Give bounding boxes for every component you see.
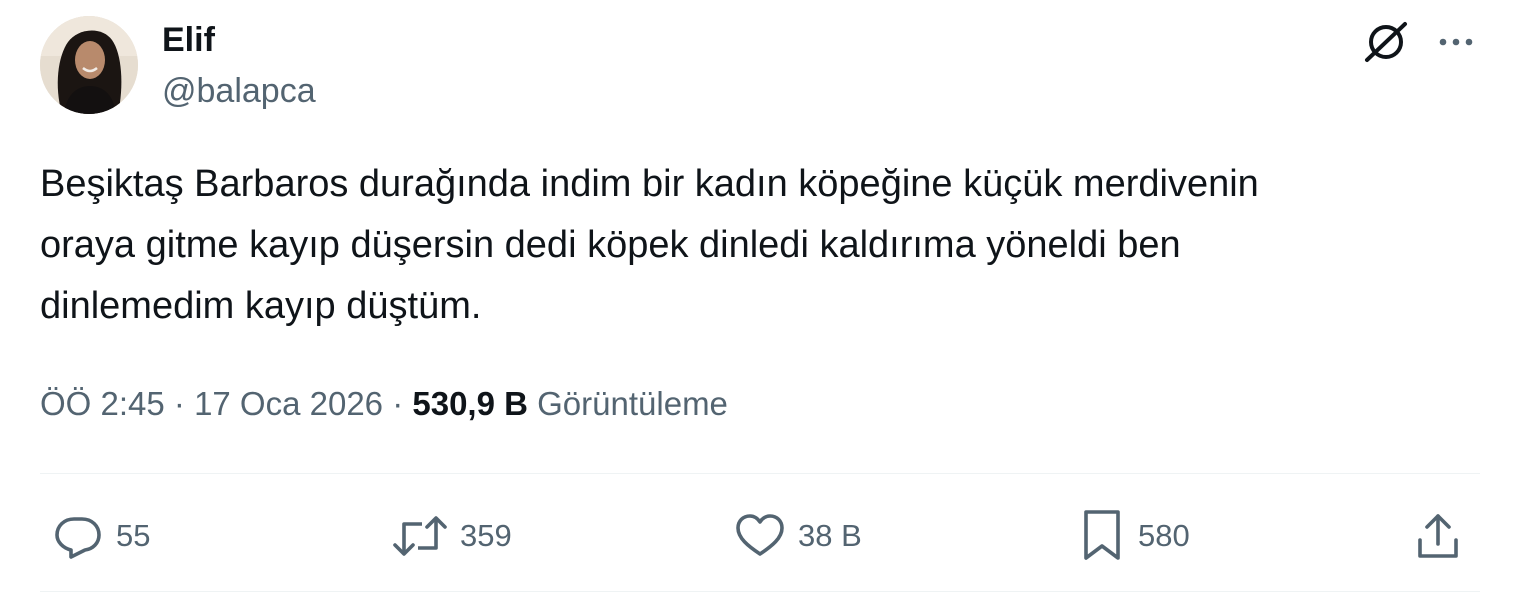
- reply-icon: [52, 510, 104, 562]
- views-label: Görüntüleme: [537, 385, 728, 422]
- repost-icon: [392, 510, 448, 562]
- bottom-divider: [40, 591, 1480, 592]
- like-count: 38 B: [798, 518, 862, 553]
- bookmark-icon: [1078, 508, 1126, 564]
- views-count[interactable]: 530,9 B: [412, 385, 528, 422]
- share-button[interactable]: [1414, 508, 1462, 564]
- tweet-time[interactable]: ÖÖ 2:45: [40, 385, 165, 422]
- repost-button[interactable]: 359: [392, 508, 512, 564]
- tweet-text: Beşiktaş Barbaros durağında indim bir ka…: [40, 163, 1259, 327]
- grok-icon[interactable]: [1362, 18, 1410, 66]
- like-button[interactable]: 38 B: [734, 508, 862, 564]
- avatar-image: [40, 16, 138, 114]
- meta-separator: ·: [383, 385, 413, 422]
- display-name[interactable]: Elif: [162, 20, 215, 60]
- user-handle[interactable]: @balapca: [162, 71, 316, 111]
- divider: [40, 473, 1480, 474]
- tweet-meta: ÖÖ 2:45 · 17 Oca 2026 · 530,9 B Görüntül…: [40, 382, 728, 426]
- top-right-controls: [1362, 18, 1476, 66]
- avatar[interactable]: [40, 16, 138, 114]
- more-icon[interactable]: [1436, 22, 1476, 62]
- meta-separator: ·: [164, 385, 195, 422]
- reply-button[interactable]: 55: [52, 508, 150, 564]
- repost-count: 359: [460, 518, 512, 553]
- tweet-date[interactable]: 17 Oca 2026: [194, 385, 383, 422]
- share-icon: [1414, 510, 1462, 562]
- reply-count: 55: [116, 518, 151, 553]
- heart-icon: [734, 510, 786, 562]
- bookmark-count: 580: [1138, 518, 1190, 553]
- bookmark-button[interactable]: 580: [1078, 508, 1190, 564]
